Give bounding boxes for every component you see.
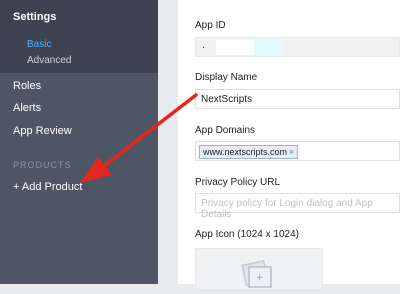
annotation-arrow: [80, 93, 198, 183]
